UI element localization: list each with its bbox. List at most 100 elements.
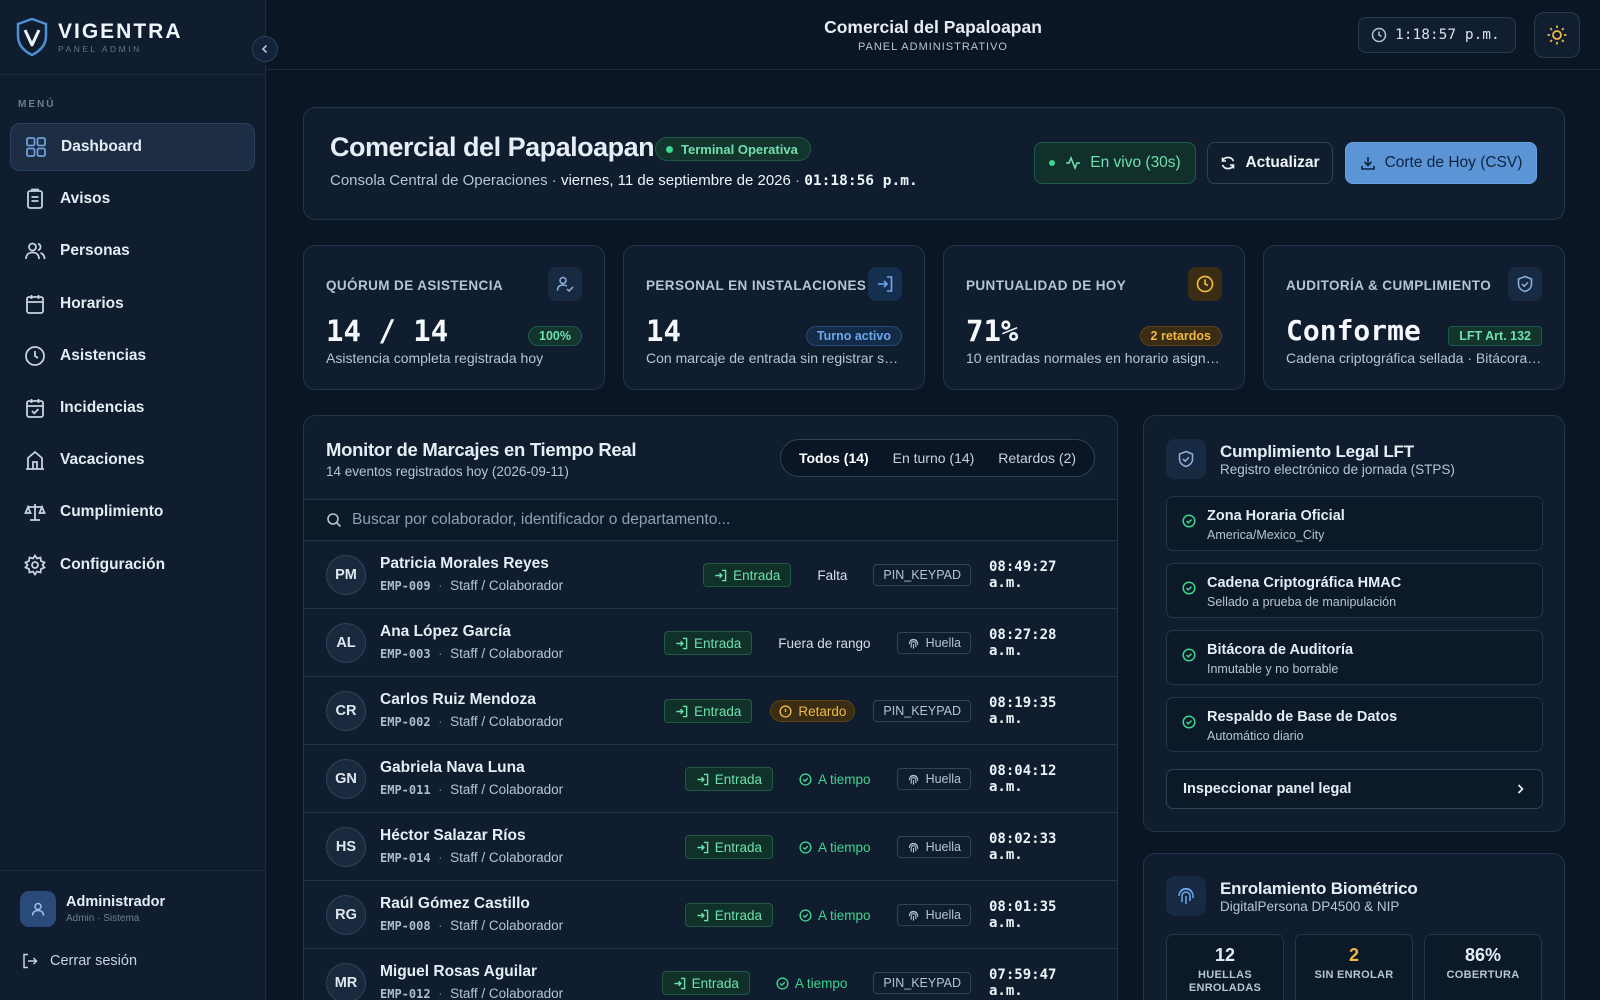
attendance-row[interactable]: GN Gabriela Nava Luna EMP-011 · Staff / Co… — [304, 745, 1117, 813]
status-label: A tiempo — [818, 907, 871, 923]
bio-subtitle: DigitalPersona DP4500 & NIP — [1220, 899, 1400, 914]
stat-card-puntualidad: PUNTUALIDAD DE HOY 71% 2 retardos 10 ent… — [943, 245, 1245, 390]
status-label: Falta — [817, 567, 848, 583]
row-details: Entrada Falta PIN_KEYPAD 08:49:27 a.m. — [703, 559, 1095, 591]
theme-toggle-button[interactable] — [1534, 12, 1580, 58]
attendance-row[interactable]: PM Patricia Morales Reyes EMP-009 · Staff … — [304, 541, 1117, 609]
refresh-button[interactable]: Actualizar — [1207, 142, 1333, 184]
fingerprint-icon — [907, 909, 926, 922]
fingerprint-icon — [907, 841, 926, 854]
employee-id: EMP-012 — [380, 987, 431, 1000]
stat-description: Con marcaje de entrada sin registrar sal… — [646, 350, 904, 366]
stat-badge: 100% — [528, 326, 582, 346]
search-input[interactable] — [352, 511, 1052, 529]
status-badge: A tiempo — [791, 904, 879, 926]
attendance-row[interactable]: HS Héctor Salazar Ríos EMP-014 · Staff / C… — [304, 813, 1117, 881]
login-icon — [696, 841, 715, 854]
sidebar-item-avisos[interactable]: Avisos — [10, 175, 255, 223]
sidebar-item-configuracion[interactable]: Configuración — [10, 541, 255, 589]
export-csv-button[interactable]: Corte de Hoy (CSV) — [1345, 142, 1537, 184]
legal-item-subtitle: Sellado a prueba de manipulación — [1207, 595, 1397, 609]
row-details: Entrada Fuera de rango Huella 08:27:28 a.m. — [663, 627, 1095, 659]
activity-icon — [1065, 155, 1090, 171]
filter-tab-todos[interactable]: Todos (14) — [799, 450, 869, 466]
employee-meta: EMP-008 · Staff / Colaborador — [380, 918, 563, 933]
login-icon — [868, 267, 902, 301]
check-circle-icon — [799, 840, 818, 854]
separator: · — [795, 172, 801, 189]
row-details: Entrada A tiempo Huella 08:02:33 a.m. — [684, 831, 1095, 863]
live-refresh-button[interactable]: En vivo (30s) — [1034, 142, 1196, 184]
method-label: PIN_KEYPAD — [883, 976, 961, 990]
sidebar-item-vacaciones[interactable]: Vacaciones — [10, 436, 255, 484]
punch-time: 08:01:35 a.m. — [989, 899, 1057, 931]
employee-meta: EMP-002 · Staff / Colaborador — [380, 714, 563, 729]
filter-tab-retardos[interactable]: Retardos (2) — [998, 450, 1076, 466]
legal-item-title: Cadena Criptográfica HMAC — [1207, 575, 1402, 591]
stat-label: QUÓRUM DE ASISTENCIA — [326, 278, 504, 293]
sidebar-item-asistencias[interactable]: Asistencias — [10, 332, 255, 380]
punch-type-badge: Entrada — [664, 699, 753, 723]
inspect-legal-button[interactable]: Inspeccionar panel legal — [1166, 769, 1543, 809]
employee-id: EMP-002 — [380, 715, 431, 729]
gear-icon — [24, 553, 46, 576]
fingerprint-icon — [907, 773, 926, 786]
logout-button[interactable]: Cerrar sesión — [0, 927, 265, 969]
method-label: Huella — [925, 908, 961, 922]
login-icon — [675, 637, 694, 650]
bio-stat-value: 86% — [1464, 945, 1502, 965]
sidebar-item-label: Asistencias — [60, 346, 147, 364]
status-badge: A tiempo — [768, 972, 856, 994]
stat-badge: LFT Art. 132 — [1448, 326, 1542, 346]
attendance-row[interactable]: AL Ana López García EMP-003 · Staff / Cola… — [304, 609, 1117, 677]
sidebar-item-personas[interactable]: Personas — [10, 227, 255, 275]
attendance-row[interactable]: CR Carlos Ruiz Mendoza EMP-002 · Staff / C… — [304, 677, 1117, 745]
stat-description: Cadena criptográfica sellada · Bitácora … — [1286, 350, 1544, 366]
employee-id: EMP-011 — [380, 783, 431, 797]
legal-check-item: Zona Horaria Oficial America/Mexico_City — [1166, 496, 1543, 551]
stat-label: PERSONAL EN INSTALACIONES — [646, 278, 867, 293]
stat-label: PUNTUALIDAD DE HOY — [966, 278, 1127, 293]
avatar: HS — [326, 827, 366, 867]
punch-type-badge: Entrada — [703, 563, 792, 587]
legal-subtitle: Registro electrónico de jornada (STPS) — [1220, 462, 1455, 477]
employee-meta: EMP-011 · Staff / Colaborador — [380, 782, 563, 797]
punch-time: 08:02:33 a.m. — [989, 831, 1057, 863]
legal-item-subtitle: Inmutable y no borrable — [1207, 662, 1339, 676]
clock-icon — [24, 345, 46, 367]
clock-time: 1:18:57 p.m. — [1395, 27, 1500, 43]
employee-id: EMP-009 — [380, 579, 431, 593]
status-badge: Retardo — [770, 700, 856, 722]
attendance-row[interactable]: MR Miguel Rosas Aguilar EMP-012 · Staff / … — [304, 949, 1117, 1000]
grid-icon — [25, 136, 47, 158]
avatar: CR — [326, 691, 366, 731]
sidebar-item-incidencias[interactable]: Incidencias — [10, 384, 255, 432]
console-label: Consola Central de Operaciones · — [330, 172, 557, 189]
brand-name: VIGENTRA — [58, 19, 183, 43]
avatar: PM — [326, 555, 366, 595]
stat-value: 14 / 14 — [326, 314, 449, 348]
sidebar-item-cumplimiento[interactable]: Cumplimiento — [10, 488, 255, 536]
bio-title: Enrolamiento Biométrico — [1220, 879, 1418, 898]
status-label: A tiempo — [818, 771, 871, 787]
refresh-icon — [1220, 155, 1245, 171]
login-icon — [714, 569, 733, 582]
attendance-row[interactable]: RG Raúl Gómez Castillo EMP-008 · Staff / C… — [304, 881, 1117, 949]
login-icon — [696, 773, 715, 786]
method-badge: Huella — [896, 632, 971, 654]
employee-name: Miguel Rosas Aguilar — [380, 963, 538, 980]
sidebar-item-dashboard[interactable]: Dashboard — [10, 123, 255, 171]
method-label: Huella — [925, 772, 961, 786]
status-badge: Fuera de rango — [770, 632, 878, 654]
building-icon — [24, 449, 46, 471]
header-subtitle: Consola Central de Operaciones · viernes… — [330, 172, 918, 189]
sidebar-item-label: Horarios — [60, 294, 124, 312]
sidebar-item-horarios[interactable]: Horarios — [10, 280, 255, 328]
attendance-monitor: Monitor de Marcajes en Tiempo Real 14 ev… — [303, 415, 1118, 1000]
alert-circle-icon — [779, 704, 798, 718]
user-profile[interactable]: Administrador Admin · Sistema — [0, 871, 265, 927]
method-badge: PIN_KEYPAD — [873, 564, 971, 586]
user-panel: Administrador Admin · Sistema Cerrar ses… — [0, 870, 265, 1000]
punch-type-label: Entrada — [691, 975, 739, 991]
filter-tab-en-turno[interactable]: En turno (14) — [893, 450, 975, 466]
